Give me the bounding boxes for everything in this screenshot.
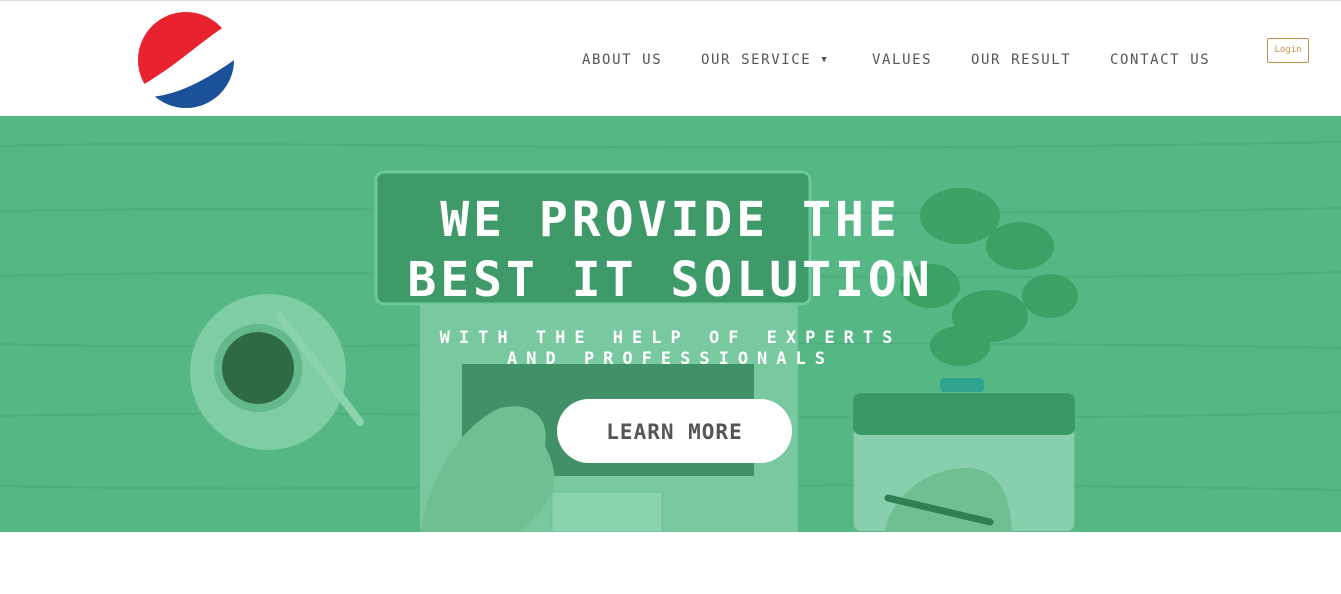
site-header: ABOUT US OUR SERVICE ▼ VALUES OUR RESULT … [0, 0, 1341, 116]
hero-title-line-1: WE PROVIDE THE [440, 192, 901, 248]
hero-section: WE PROVIDE THE BEST IT SOLUTION WITH THE… [0, 116, 1341, 532]
nav-label: CONTACT US [1110, 52, 1211, 68]
nav-item-about-us[interactable]: ABOUT US [582, 49, 662, 71]
nav-item-contact-us[interactable]: CONTACT US [1110, 49, 1210, 71]
hero-subtitle-line-1: WITH THE HELP OF EXPERTS [439, 328, 902, 348]
learn-more-button[interactable]: LEARN MORE [557, 399, 792, 463]
nav-item-our-result[interactable]: OUR RESULT [971, 49, 1071, 71]
hero-title-line-2: BEST IT SOLUTION [407, 252, 934, 308]
nav-item-our-service[interactable]: OUR SERVICE ▼ [701, 49, 828, 71]
hero-subtitle-line-2: AND PROFESSIONALS [507, 349, 834, 369]
nav-label: ABOUT US [582, 52, 663, 68]
main-nav: ABOUT US OUR SERVICE ▼ VALUES OUR RESULT … [0, 49, 1341, 71]
nav-label: OUR SERVICE [701, 52, 812, 68]
nav-label: VALUES [872, 52, 933, 68]
hero-title: WE PROVIDE THE BEST IT SOLUTION [0, 190, 1341, 310]
login-button[interactable]: Login [1267, 38, 1309, 63]
hero-background-image [0, 116, 1341, 532]
caret-down-icon: ▼ [821, 55, 829, 65]
page: ABOUT US OUR SERVICE ▼ VALUES OUR RESULT … [0, 0, 1341, 594]
hero-subtitle: WITH THE HELP OF EXPERTS AND PROFESSIONA… [0, 328, 1341, 370]
nav-item-values[interactable]: VALUES [872, 49, 932, 71]
nav-label: OUR RESULT [971, 52, 1072, 68]
